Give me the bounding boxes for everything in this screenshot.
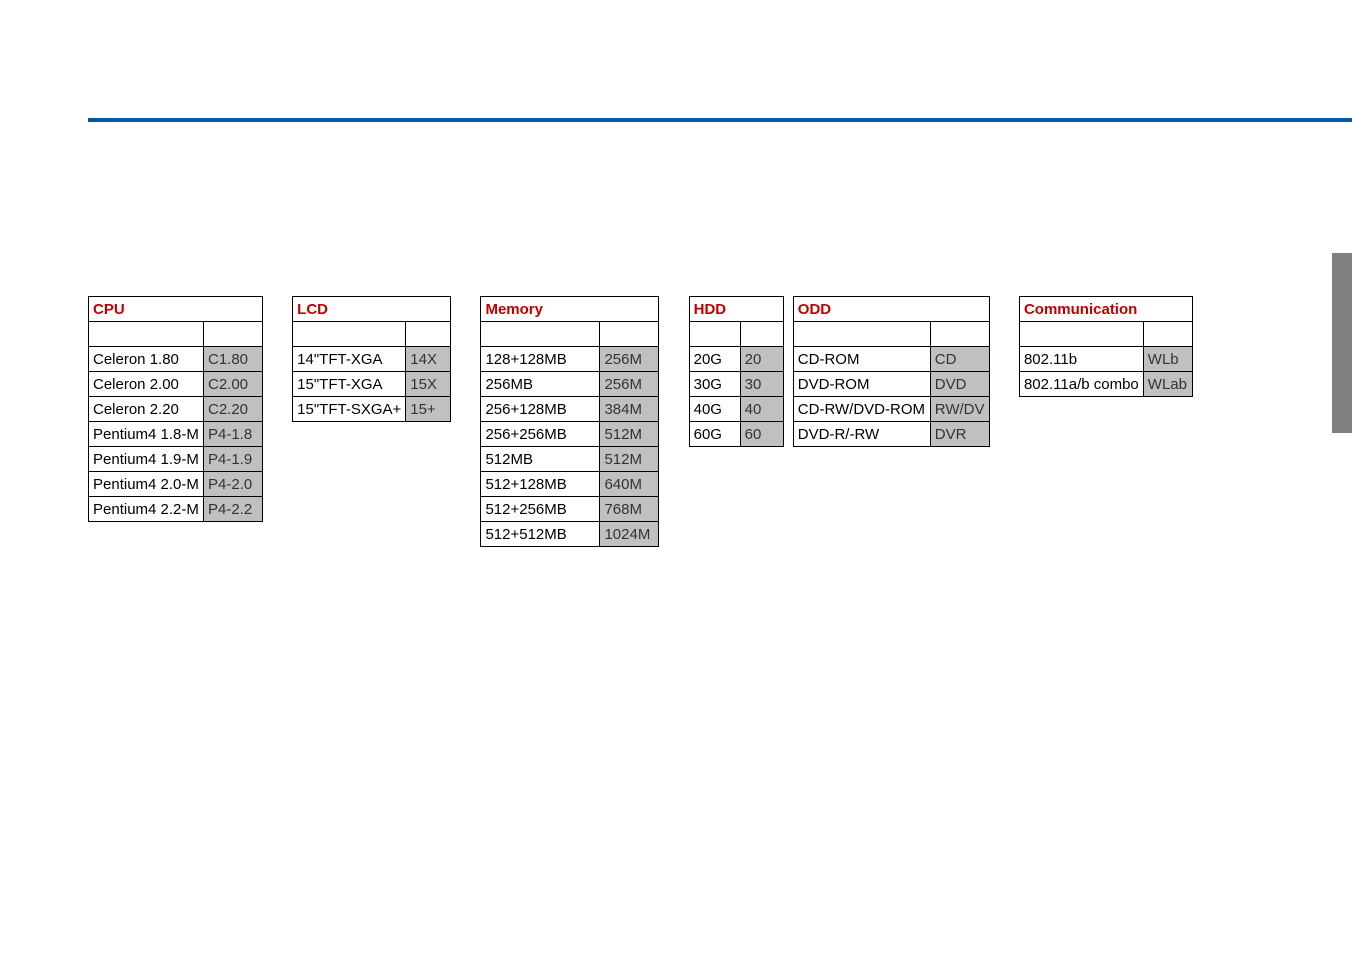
table-row: Celeron 1.80C1.80 <box>89 347 263 372</box>
hdd-header: HDD <box>689 297 783 322</box>
table-row: 128+128MB256M <box>481 347 659 372</box>
table-row: CD-RW/DVD-ROMRW/DV <box>793 397 989 422</box>
table-row: Celeron 2.00C2.00 <box>89 372 263 397</box>
table-row: 512+128MB640M <box>481 472 659 497</box>
table-row: 256+256MB512M <box>481 422 659 447</box>
table-row: Pentium4 1.9-MP4-1.9 <box>89 447 263 472</box>
cpu-table: CPU Celeron 1.80C1.80 Celeron 2.00C2.00 … <box>88 296 263 522</box>
cpu-header: CPU <box>89 297 263 322</box>
odd-table: ODD CD-ROMCD DVD-ROMDVD CD-RW/DVD-ROMRW/… <box>793 296 990 447</box>
table-row: 15"TFT-SXGA+15+ <box>293 397 451 422</box>
table-row: 40G40 <box>689 397 783 422</box>
memory-table: Memory 128+128MB256M 256MB256M 256+128MB… <box>480 296 659 547</box>
hdd-table: HDD 20G20 30G30 40G40 60G60 <box>689 296 784 447</box>
table-row: 512+256MB768M <box>481 497 659 522</box>
table-row: 802.11a/b comboWLab <box>1019 372 1192 397</box>
table-row: 20G20 <box>689 347 783 372</box>
table-row: Celeron 2.20C2.20 <box>89 397 263 422</box>
table-row: DVD-ROMDVD <box>793 372 989 397</box>
comm-table: Communication 802.11bWLb 802.11a/b combo… <box>1019 296 1193 397</box>
table-row: Pentium4 2.0-MP4-2.0 <box>89 472 263 497</box>
table-row: 60G60 <box>689 422 783 447</box>
odd-header: ODD <box>793 297 989 322</box>
table-row: 802.11bWLb <box>1019 347 1192 372</box>
comm-header: Communication <box>1019 297 1192 322</box>
table-row: 14"TFT-XGA14X <box>293 347 451 372</box>
lcd-header: LCD <box>293 297 451 322</box>
table-row: Pentium4 1.8-MP4-1.8 <box>89 422 263 447</box>
top-blue-bar <box>88 118 1352 122</box>
table-row: 512MB512M <box>481 447 659 472</box>
side-grey-bar <box>1332 253 1352 433</box>
table-row: CD-ROMCD <box>793 347 989 372</box>
table-row: 15"TFT-XGA15X <box>293 372 451 397</box>
table-row: 512+512MB1024M <box>481 522 659 547</box>
table-row: Pentium4 2.2-MP4-2.2 <box>89 497 263 522</box>
spec-tables: CPU Celeron 1.80C1.80 Celeron 2.00C2.00 … <box>88 296 1193 547</box>
table-row: 256MB256M <box>481 372 659 397</box>
lcd-table: LCD 14"TFT-XGA14X 15"TFT-XGA15X 15"TFT-S… <box>292 296 451 422</box>
table-row: DVD-R/-RWDVR <box>793 422 989 447</box>
table-row: 256+128MB384M <box>481 397 659 422</box>
memory-header: Memory <box>481 297 659 322</box>
table-row: 30G30 <box>689 372 783 397</box>
